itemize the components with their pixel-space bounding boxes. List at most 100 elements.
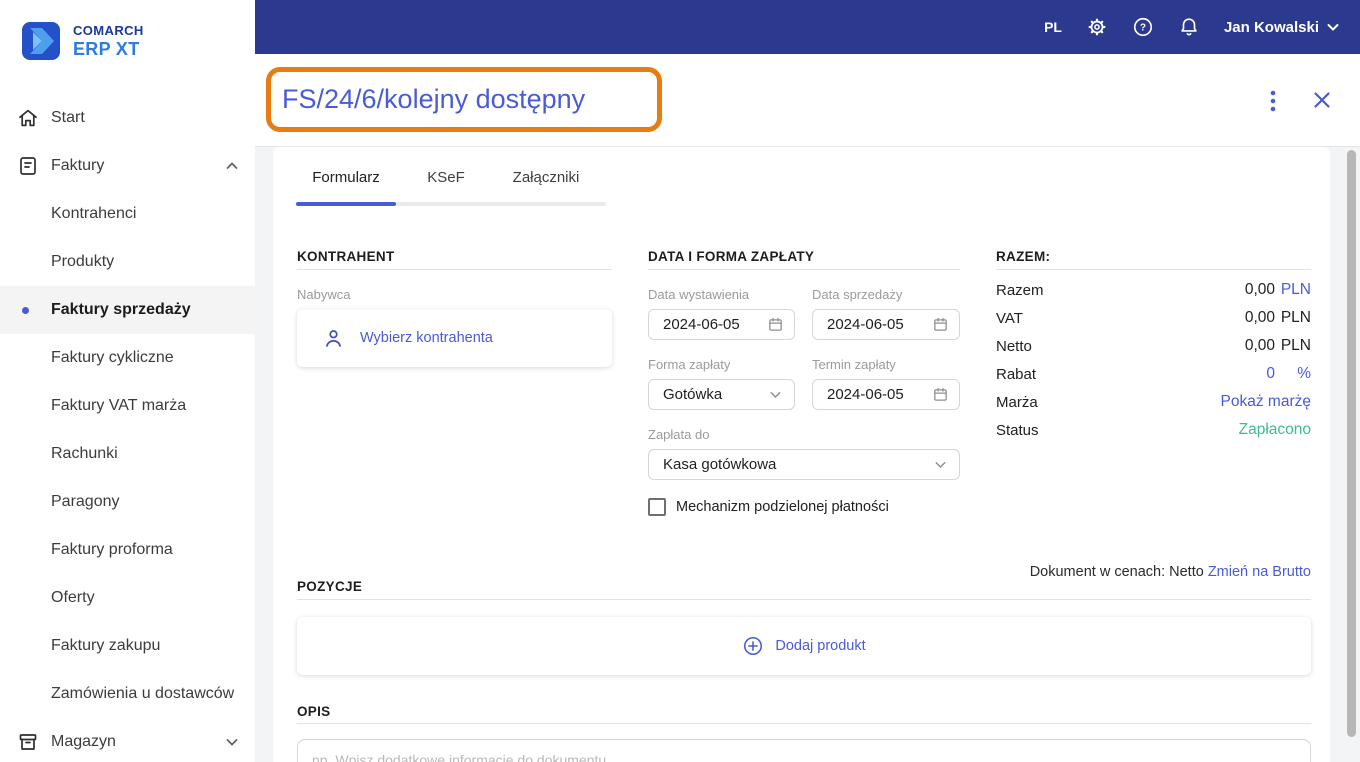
kebab-menu-icon[interactable] xyxy=(1264,89,1282,113)
total-row-rabat: Rabat 0 % xyxy=(996,360,1311,388)
comarch-logo[interactable]: COMARCH ERP XT xyxy=(22,22,144,60)
choose-contractor-button[interactable]: Wybierz kontrahenta xyxy=(297,309,612,367)
status-badge[interactable]: Zapłacono xyxy=(1239,421,1311,439)
user-name: Jan Kowalski xyxy=(1223,18,1319,36)
section-title-totals: RAZEM: xyxy=(996,249,1051,264)
sidebar-item-label: Faktury cykliczne xyxy=(51,349,174,366)
brand-line2: ERP XT xyxy=(73,38,140,59)
sidebar-item-label: Rachunki xyxy=(51,445,118,462)
calendar-icon[interactable] xyxy=(932,386,949,403)
content-area: Formularz KSeF Załączniki KONTRAHENT Nab… xyxy=(255,147,1360,762)
payment-form-label: Forma zapłaty xyxy=(648,357,731,372)
section-title-pozycje: POZYCJE xyxy=(297,579,363,594)
payment-due-value: 2024-06-05 xyxy=(827,386,904,403)
brand-text: COMARCH ERP XT xyxy=(73,23,144,60)
section-divider xyxy=(648,269,960,270)
sidebar-item-zamowienia-u-dostawcow[interactable]: Zamówienia u dostawców xyxy=(0,670,255,718)
close-icon[interactable] xyxy=(1312,90,1332,110)
pay-to-select[interactable]: Kasa gotówkowa xyxy=(648,449,960,480)
change-to-brutto-link[interactable]: Zmień na Brutto xyxy=(1208,564,1311,580)
sidebar-item-label: Produkty xyxy=(51,253,115,270)
payment-due-label: Termin zapłaty xyxy=(812,357,896,372)
sidebar-item-label: Oferty xyxy=(51,589,95,606)
section-divider xyxy=(297,269,612,270)
section-title-kontrahent: KONTRAHENT xyxy=(297,249,395,264)
help-icon[interactable]: ? xyxy=(1132,16,1154,38)
tab-ksef[interactable]: KSeF xyxy=(396,169,496,200)
user-menu[interactable]: Jan Kowalski xyxy=(1224,19,1340,36)
pricing-note: Dokument w cenach: Netto Zmień na Brutto xyxy=(1030,564,1311,580)
add-product-label: Dodaj produkt xyxy=(775,638,866,654)
sidebar-item-produkty[interactable]: Produkty xyxy=(0,238,255,286)
sidebar-item-oferty[interactable]: Oferty xyxy=(0,574,255,622)
sidebar-item-faktury-proforma[interactable]: Faktury proforma xyxy=(0,526,255,574)
sidebar-item-label: Start xyxy=(51,109,85,126)
show-margin-link[interactable]: Pokaż marżę xyxy=(1221,393,1311,411)
invoice-icon xyxy=(16,154,40,178)
tab-formularz[interactable]: Formularz xyxy=(296,169,396,200)
section-divider xyxy=(996,269,1311,270)
currency-selector[interactable]: PLN xyxy=(1275,281,1311,299)
chevron-down-icon xyxy=(225,735,239,749)
language-selector[interactable]: PL xyxy=(1044,19,1062,35)
person-icon xyxy=(322,327,345,350)
total-label: VAT xyxy=(996,309,1023,327)
sidebar-item-faktury-cykliczne[interactable]: Faktury cykliczne xyxy=(0,334,255,382)
total-row-razem: Razem 0,00 PLN xyxy=(996,276,1311,304)
total-unit: PLN xyxy=(1280,337,1311,354)
sidebar-item-faktury-vat-marza[interactable]: Faktury VAT marża xyxy=(0,382,255,430)
calendar-icon[interactable] xyxy=(932,316,949,333)
chevron-down-icon xyxy=(767,386,784,403)
document-title[interactable]: FS/24/6/kolejny dostępny xyxy=(271,84,585,115)
sale-date-field[interactable]: 2024-06-05 xyxy=(812,309,960,340)
sidebar-nav: Start Faktury Kontrahenci Produkty Faktu… xyxy=(0,94,255,762)
sidebar-item-label: Paragony xyxy=(51,493,120,510)
total-row-status: Status Zapłacono xyxy=(996,416,1311,444)
sidebar-item-start[interactable]: Start xyxy=(0,94,255,142)
total-row-vat: VAT 0,00 PLN xyxy=(996,304,1311,332)
sidebar-item-kontrahenci[interactable]: Kontrahenci xyxy=(0,190,255,238)
discount-unit: % xyxy=(1297,365,1311,382)
sidebar-item-label: Zamówienia u dostawców xyxy=(51,685,235,702)
section-title-opis: OPIS xyxy=(297,704,331,719)
total-row-netto: Netto 0,00 PLN xyxy=(996,332,1311,360)
sidebar-item-faktury-zakupu[interactable]: Faktury zakupu xyxy=(0,622,255,670)
sidebar-item-faktury[interactable]: Faktury xyxy=(0,142,255,190)
sidebar-item-label: Magazyn xyxy=(51,733,116,750)
sidebar-item-label: Faktury proforma xyxy=(51,541,173,558)
chevron-down-icon xyxy=(932,456,949,473)
sidebar-item-faktury-sprzedazy[interactable]: Faktury sprzedaży xyxy=(0,286,255,334)
section-divider xyxy=(297,723,1311,724)
split-payment-checkbox[interactable] xyxy=(648,498,666,516)
discount-value[interactable]: 0 xyxy=(1266,365,1275,383)
brand-line1: COMARCH xyxy=(73,22,144,38)
description-textarea[interactable] xyxy=(297,739,1311,762)
total-label: Status xyxy=(996,421,1039,439)
calendar-icon[interactable] xyxy=(767,316,784,333)
sidebar-item-label: Faktury sprzedaży xyxy=(51,301,191,318)
sidebar-item-magazyn[interactable]: Magazyn xyxy=(0,718,255,762)
total-label: Rabat xyxy=(996,365,1037,383)
chevron-down-icon xyxy=(1326,20,1340,34)
total-label: Marża xyxy=(996,393,1038,411)
sale-date-value: 2024-06-05 xyxy=(827,316,904,333)
sidebar-item-rachunki[interactable]: Rachunki xyxy=(0,430,255,478)
plus-circle-icon xyxy=(742,635,764,657)
issue-date-label: Data wystawienia xyxy=(648,287,750,302)
totals-rows: Razem 0,00 PLN VAT 0,00 PLN Netto 0,00 P… xyxy=(996,276,1311,444)
add-product-button[interactable]: Dodaj produkt xyxy=(297,617,1311,675)
sidebar-item-label: Faktury xyxy=(51,157,105,174)
gear-icon[interactable] xyxy=(1086,16,1108,38)
topbar: PL ? Jan Kowalski xyxy=(255,0,1360,54)
chevron-up-icon xyxy=(225,159,239,173)
issue-date-field[interactable]: 2024-06-05 xyxy=(648,309,795,340)
payment-form-select[interactable]: Gotówka xyxy=(648,379,795,410)
comarch-logo-icon xyxy=(22,22,60,60)
warehouse-icon xyxy=(16,730,40,754)
sidebar-item-paragony[interactable]: Paragony xyxy=(0,478,255,526)
tab-bar: Formularz KSeF Załączniki xyxy=(296,169,596,200)
vertical-scrollbar[interactable] xyxy=(1347,150,1356,737)
bell-icon[interactable] xyxy=(1178,16,1200,38)
tab-zalaczniki[interactable]: Załączniki xyxy=(496,169,596,200)
payment-due-field[interactable]: 2024-06-05 xyxy=(812,379,960,410)
